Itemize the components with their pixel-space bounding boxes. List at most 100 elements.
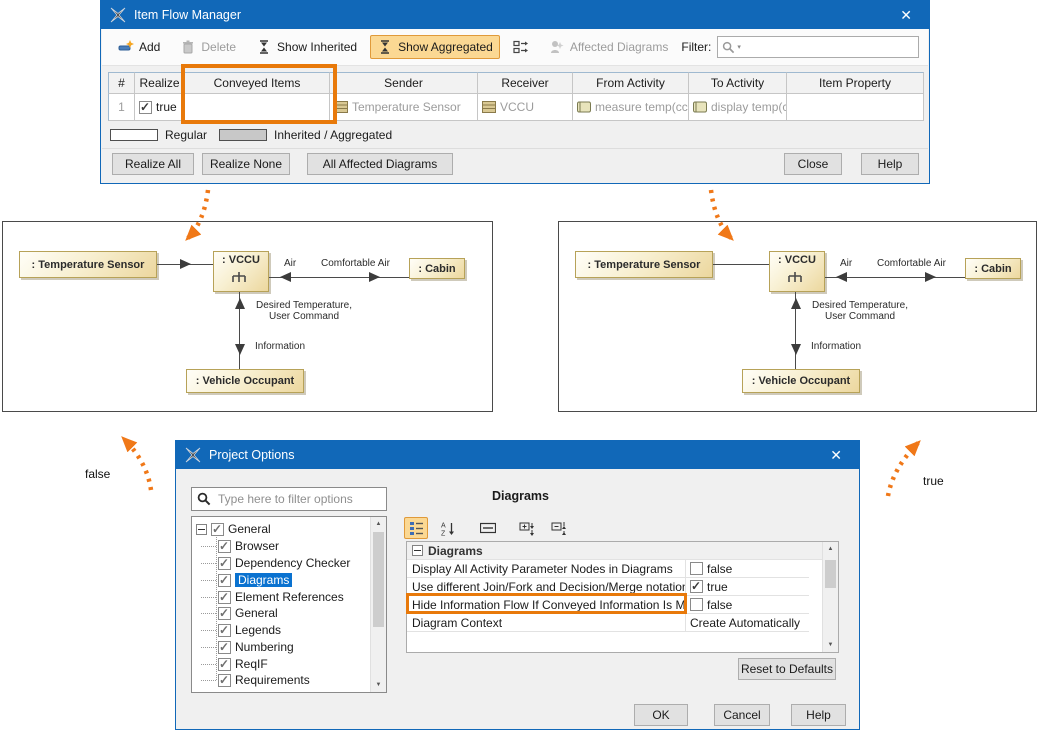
sender-value: Temperature Sensor — [352, 100, 461, 114]
realize-none-button[interactable]: Realize None — [202, 153, 290, 175]
options-scrollbar[interactable]: ▲ ▼ — [822, 542, 838, 652]
ifm-titlebar[interactable]: Item Flow Manager ✕ — [101, 1, 929, 29]
tree-item-diagrams[interactable]: Diagrams — [218, 572, 292, 588]
conveyed-items-highlight — [181, 64, 337, 124]
categorized-view-button[interactable] — [404, 517, 428, 539]
tree-checkbox[interactable] — [218, 641, 231, 654]
realize-checkbox[interactable] — [139, 101, 152, 114]
tree-checkbox[interactable] — [218, 591, 231, 604]
affected-diagrams-icon — [549, 39, 565, 55]
temperature-sensor-part[interactable]: : Temperature Sensor — [575, 251, 713, 278]
add-icon — [118, 39, 134, 55]
receiver-cell[interactable]: VCCU — [478, 94, 573, 121]
tree-scrollbar[interactable]: ▲ ▼ — [370, 517, 386, 692]
search-icon — [722, 41, 735, 54]
delete-button[interactable]: Delete — [173, 35, 243, 59]
air-flow-arrow — [836, 272, 847, 282]
collapse-icon[interactable] — [196, 524, 207, 535]
show-aggregated-button[interactable]: Show Aggregated — [370, 35, 500, 59]
sender-cell[interactable]: Temperature Sensor — [330, 94, 478, 121]
po-close-icon[interactable]: ✕ — [822, 447, 850, 464]
tree-checkbox[interactable] — [218, 540, 231, 553]
po-help-button[interactable]: Help — [791, 704, 846, 726]
show-realization-button[interactable] — [506, 35, 536, 59]
collapse-icon[interactable] — [412, 545, 423, 556]
affected-diagrams-label: Affected Diagrams — [570, 40, 669, 54]
collapse-all-button[interactable] — [548, 517, 572, 539]
tree-checkbox[interactable] — [211, 523, 224, 536]
scrollbar-thumb[interactable] — [373, 532, 384, 627]
cabin-part[interactable]: : Cabin — [409, 258, 465, 279]
col-header-num[interactable]: # — [108, 72, 135, 94]
realize-cell[interactable]: true — [135, 94, 185, 121]
scroll-down-icon[interactable]: ▼ — [823, 638, 838, 652]
temperature-sensor-part[interactable]: : Temperature Sensor — [19, 251, 157, 278]
tree-checkbox[interactable] — [218, 557, 231, 570]
show-inherited-button[interactable]: Show Inherited — [249, 35, 364, 59]
scrollbar-thumb[interactable] — [825, 560, 836, 588]
tree-checkbox[interactable] — [218, 658, 231, 671]
activity-icon — [577, 101, 591, 113]
tree-item-legends[interactable]: Legends — [218, 622, 281, 638]
tree-item-requirements[interactable]: Requirements — [218, 672, 310, 688]
add-label: Add — [139, 40, 160, 54]
item-property-cell[interactable] — [787, 94, 924, 121]
scroll-down-icon[interactable]: ▼ — [371, 678, 386, 692]
close-button[interactable]: Close — [784, 153, 842, 175]
item-flow-arrow — [180, 259, 191, 269]
tree-item-dependency-checker[interactable]: Dependency Checker — [218, 555, 350, 571]
col-header-realize[interactable]: Realize — [135, 72, 185, 94]
add-button[interactable]: Add — [111, 35, 167, 59]
help-button[interactable]: Help — [861, 153, 919, 175]
vehicle-occupant-part[interactable]: : Vehicle Occupant — [742, 369, 860, 393]
tree-checkbox[interactable] — [218, 624, 231, 637]
to-activity-cell[interactable]: display temp(cc — [689, 94, 787, 121]
po-titlebar[interactable]: Project Options ✕ — [176, 441, 859, 469]
connector[interactable] — [713, 264, 769, 265]
affected-diagrams-button[interactable]: Affected Diagrams — [542, 35, 676, 59]
col-header-from-activity[interactable]: From Activity — [573, 72, 689, 94]
options-filter-input[interactable] — [216, 491, 381, 507]
col-header-item-property[interactable]: Item Property — [787, 72, 924, 94]
tree-root-general[interactable]: General — [196, 521, 271, 537]
vehicle-occupant-part[interactable]: : Vehicle Occupant — [186, 369, 304, 393]
reset-to-defaults-button[interactable]: Reset to Defaults — [738, 658, 836, 680]
scroll-up-icon[interactable]: ▲ — [371, 517, 386, 531]
expand-all-button[interactable] — [516, 517, 540, 539]
tree-checkbox[interactable] — [218, 607, 231, 620]
scroll-up-icon[interactable]: ▲ — [823, 542, 838, 556]
tree-checkbox[interactable] — [218, 674, 231, 687]
realize-all-button[interactable]: Realize All — [112, 153, 194, 175]
sort-alphabetically-button[interactable]: AZ — [436, 517, 460, 539]
options-group-header[interactable]: Diagrams — [407, 542, 824, 560]
col-header-receiver[interactable]: Receiver — [478, 72, 573, 94]
col-header-to-activity[interactable]: To Activity — [689, 72, 787, 94]
from-activity-cell[interactable]: measure temp(cc — [573, 94, 689, 121]
options-filter-box — [191, 487, 387, 511]
ok-button[interactable]: OK — [634, 704, 688, 726]
show-inherited-label: Show Inherited — [277, 40, 357, 54]
tree-item-browser[interactable]: Browser — [218, 538, 279, 554]
tree-checkbox[interactable] — [218, 574, 231, 587]
description-icon — [480, 522, 496, 534]
comfortable-air-label: Comfortable Air — [321, 258, 390, 269]
filter-dropdown-icon[interactable]: ▾ — [737, 43, 741, 51]
all-affected-diagrams-button[interactable]: All Affected Diagrams — [307, 153, 453, 175]
tree-item-general[interactable]: General — [218, 605, 278, 621]
show-description-button[interactable] — [476, 517, 500, 539]
tree-item-reqif[interactable]: ReqIF — [218, 656, 268, 672]
option-checkbox[interactable] — [690, 580, 703, 593]
tree-item-numbering[interactable]: Numbering — [218, 639, 294, 655]
option-row[interactable]: Display All Activity Parameter Nodes in … — [407, 560, 809, 578]
cancel-button[interactable]: Cancel — [714, 704, 770, 726]
tree-item-element-references[interactable]: Element References — [218, 589, 344, 605]
option-row[interactable]: Diagram Context Create Automatically — [407, 614, 809, 632]
tree-root-label[interactable]: General — [228, 522, 271, 536]
ifm-close-icon[interactable]: ✕ — [892, 7, 920, 24]
option-checkbox[interactable] — [690, 598, 703, 611]
option-checkbox[interactable] — [690, 562, 703, 575]
col-header-sender[interactable]: Sender — [330, 72, 478, 94]
filter-input[interactable]: ▾ — [717, 36, 919, 58]
screenshot-root: Item Flow Manager ✕ Add Delete Show Inhe… — [0, 0, 1039, 732]
cabin-part[interactable]: : Cabin — [965, 258, 1021, 279]
